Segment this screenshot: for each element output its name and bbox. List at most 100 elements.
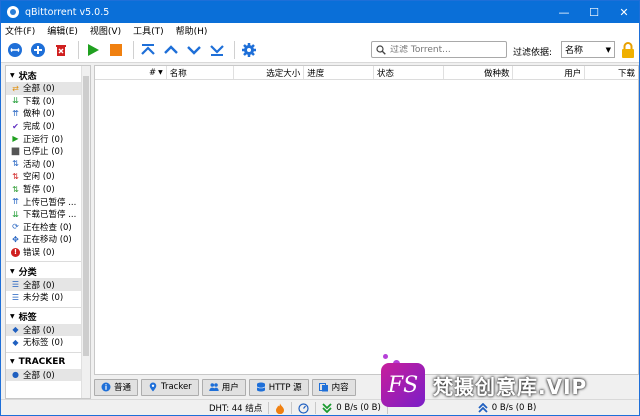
search-box[interactable]: [371, 41, 507, 58]
tab-general[interactable]: 普通: [94, 378, 139, 396]
sidebar-item-category[interactable]: ☰ 全部 (0): [6, 278, 90, 291]
sidebar-divider: [6, 261, 90, 263]
move-up-button[interactable]: [161, 40, 181, 60]
sidebar-item-status[interactable]: ⇈ 上传已暂停 ...: [6, 195, 90, 208]
search-input[interactable]: [390, 44, 500, 55]
collapse-caret-icon[interactable]: ▼: [10, 72, 15, 79]
sidebar-item-status[interactable]: ■ 已停止 (0): [6, 145, 90, 158]
start-button[interactable]: [83, 40, 103, 60]
watermark-logo: FS: [381, 363, 425, 407]
play-icon: [88, 43, 99, 56]
add-torrent-button[interactable]: [28, 40, 48, 60]
sidebar-item-label: 错误 (0): [23, 248, 55, 259]
options-button[interactable]: [239, 40, 259, 60]
sidebar-item-status[interactable]: ⇄ 全部 (0): [6, 82, 90, 95]
filter-label: 过滤依据:: [513, 48, 553, 58]
menu-edit[interactable]: 编辑(E): [47, 24, 78, 37]
sidebar-section-category[interactable]: ▼ 分类: [6, 264, 90, 278]
sidebar-item-label: 空闲 (0): [23, 172, 55, 183]
title-bar[interactable]: qBittorrent v5.0.5 — ☐ ✕: [1, 1, 639, 23]
sidebar-item-status[interactable]: ⇊ 下载已暂停 ...: [6, 208, 90, 221]
delete-torrent-button[interactable]: [51, 40, 71, 60]
collapse-caret-icon[interactable]: ▼: [10, 313, 15, 320]
sidebar-item-tag[interactable]: ◆ 无标签 (0): [6, 336, 90, 349]
stop-icon: ■: [10, 145, 21, 157]
qbittorrent-logo-icon: [7, 6, 19, 18]
watermark: FS 梵摄创意库.VIP: [381, 354, 639, 414]
sidebar-item-category[interactable]: ☰ 未分类 (0): [6, 291, 90, 304]
inactive-icon: ⇅: [12, 171, 19, 181]
filter-value: 名称: [565, 46, 584, 56]
sidebar-item-tracker[interactable]: ● 全部 (0): [6, 368, 90, 382]
chevron-up-icon: [164, 44, 178, 54]
sidebar-item-label: 已停止 (0): [23, 147, 64, 158]
collapse-caret-icon[interactable]: ▼: [10, 358, 15, 365]
add-link-button[interactable]: [5, 40, 25, 60]
column-header-seeds[interactable]: 做种数: [444, 66, 514, 79]
menu-help[interactable]: 帮助(H): [176, 24, 208, 37]
menu-file[interactable]: 文件(F): [5, 24, 35, 37]
move-bottom-icon: [210, 44, 224, 56]
toolbar-separator: [234, 40, 235, 59]
tab-trackers[interactable]: Tracker: [141, 378, 199, 396]
menu-tools[interactable]: 工具(T): [133, 24, 164, 37]
sidebar-item-status[interactable]: ✔ 完成 (0): [6, 120, 90, 133]
column-header-status[interactable]: 状态: [374, 66, 444, 79]
torrent-list[interactable]: # ▼ 名称 选定大小 进度 状态 做种数 用户 下载: [94, 65, 639, 375]
move-down-button[interactable]: [184, 40, 204, 60]
column-header-size[interactable]: 选定大小: [234, 66, 305, 79]
sidebar-item-label: 暂停 (0): [23, 185, 55, 196]
minimize-button[interactable]: —: [549, 1, 579, 23]
sidebar-item-status[interactable]: ⇈ 做种 (0): [6, 107, 90, 120]
sidebar-section-status[interactable]: ▼ 状态: [6, 68, 90, 82]
menu-view[interactable]: 视图(V): [90, 24, 121, 37]
download-speed: 0 B/s (0 B): [336, 403, 381, 413]
sidebar-section-tag[interactable]: ▼ 标签: [6, 310, 90, 324]
maximize-button[interactable]: ☐: [579, 1, 609, 23]
sidebar-item-status[interactable]: ⇅ 活动 (0): [6, 158, 90, 171]
sidebar-scrollbar[interactable]: [81, 66, 90, 398]
move-top-button[interactable]: [138, 40, 158, 60]
sidebar-item-status[interactable]: ▶ 正运行 (0): [6, 132, 90, 145]
status-separator: [315, 402, 317, 414]
sidebar-item-status[interactable]: ⇅ 空闲 (0): [6, 170, 90, 183]
sidebar-item-label: 正在检查 (0): [23, 222, 72, 233]
error-icon: !: [11, 247, 20, 257]
move-bottom-button[interactable]: [207, 40, 227, 60]
sidebar-section-title: TRACKER: [18, 356, 66, 367]
tab-peers[interactable]: 用户: [201, 378, 246, 396]
gear-icon: [242, 42, 256, 57]
stalled-download-icon: ⇊: [12, 209, 19, 219]
sidebar: ▼ 状态 ⇄ 全部 (0) ⇊ 下载 (0) ⇈ 做种 (0) ✔ 完成 (0) ▶ 正运行 (0) ■…: [5, 65, 91, 399]
collapse-caret-icon[interactable]: ▼: [10, 268, 15, 275]
column-header-download[interactable]: 下载: [585, 66, 638, 79]
window-title: qBittorrent v5.0.5: [25, 6, 110, 18]
sidebar-item-tag[interactable]: ◆ 全部 (0): [6, 323, 90, 337]
sidebar-item-label: 全部 (0): [23, 280, 55, 291]
close-button[interactable]: ✕: [609, 1, 639, 23]
column-header-name[interactable]: 名称: [167, 66, 235, 79]
sidebar-item-status[interactable]: ⟳ 正在检查 (0): [6, 221, 90, 234]
sidebar-item-label: 上传已暂停 ...: [23, 197, 77, 208]
stop-button[interactable]: [106, 40, 126, 60]
column-header-number[interactable]: # ▼: [95, 66, 167, 79]
sidebar-item-status[interactable]: ✥ 正在移动 (0): [6, 233, 90, 246]
column-header-progress[interactable]: 进度: [304, 66, 374, 79]
sidebar-section-tracker[interactable]: ▼ TRACKER: [6, 355, 90, 369]
filter-dropdown[interactable]: 名称 ▼: [561, 41, 615, 58]
scrollbar-thumb[interactable]: [83, 76, 89, 356]
active-icon: ⇅: [12, 159, 19, 169]
lock-icon[interactable]: [621, 41, 635, 59]
column-header-peers[interactable]: 用户: [513, 66, 586, 79]
sidebar-item-label: 全部 (0): [23, 325, 55, 336]
stalled-icon: ⇅: [12, 184, 19, 194]
play-icon: ▶: [12, 134, 19, 144]
tag-icon: ◆: [12, 337, 19, 347]
sidebar-item-status[interactable]: ⇅ 暂停 (0): [6, 183, 90, 196]
moving-icon: ✥: [12, 234, 19, 244]
tab-http-sources[interactable]: HTTP 源: [248, 378, 309, 396]
sidebar-item-status[interactable]: ! 错误 (0): [6, 246, 90, 259]
sidebar-item-status[interactable]: ⇊ 下载 (0): [6, 95, 90, 108]
speed-limit-icon[interactable]: [298, 402, 309, 414]
tab-content[interactable]: 内容: [311, 378, 356, 396]
